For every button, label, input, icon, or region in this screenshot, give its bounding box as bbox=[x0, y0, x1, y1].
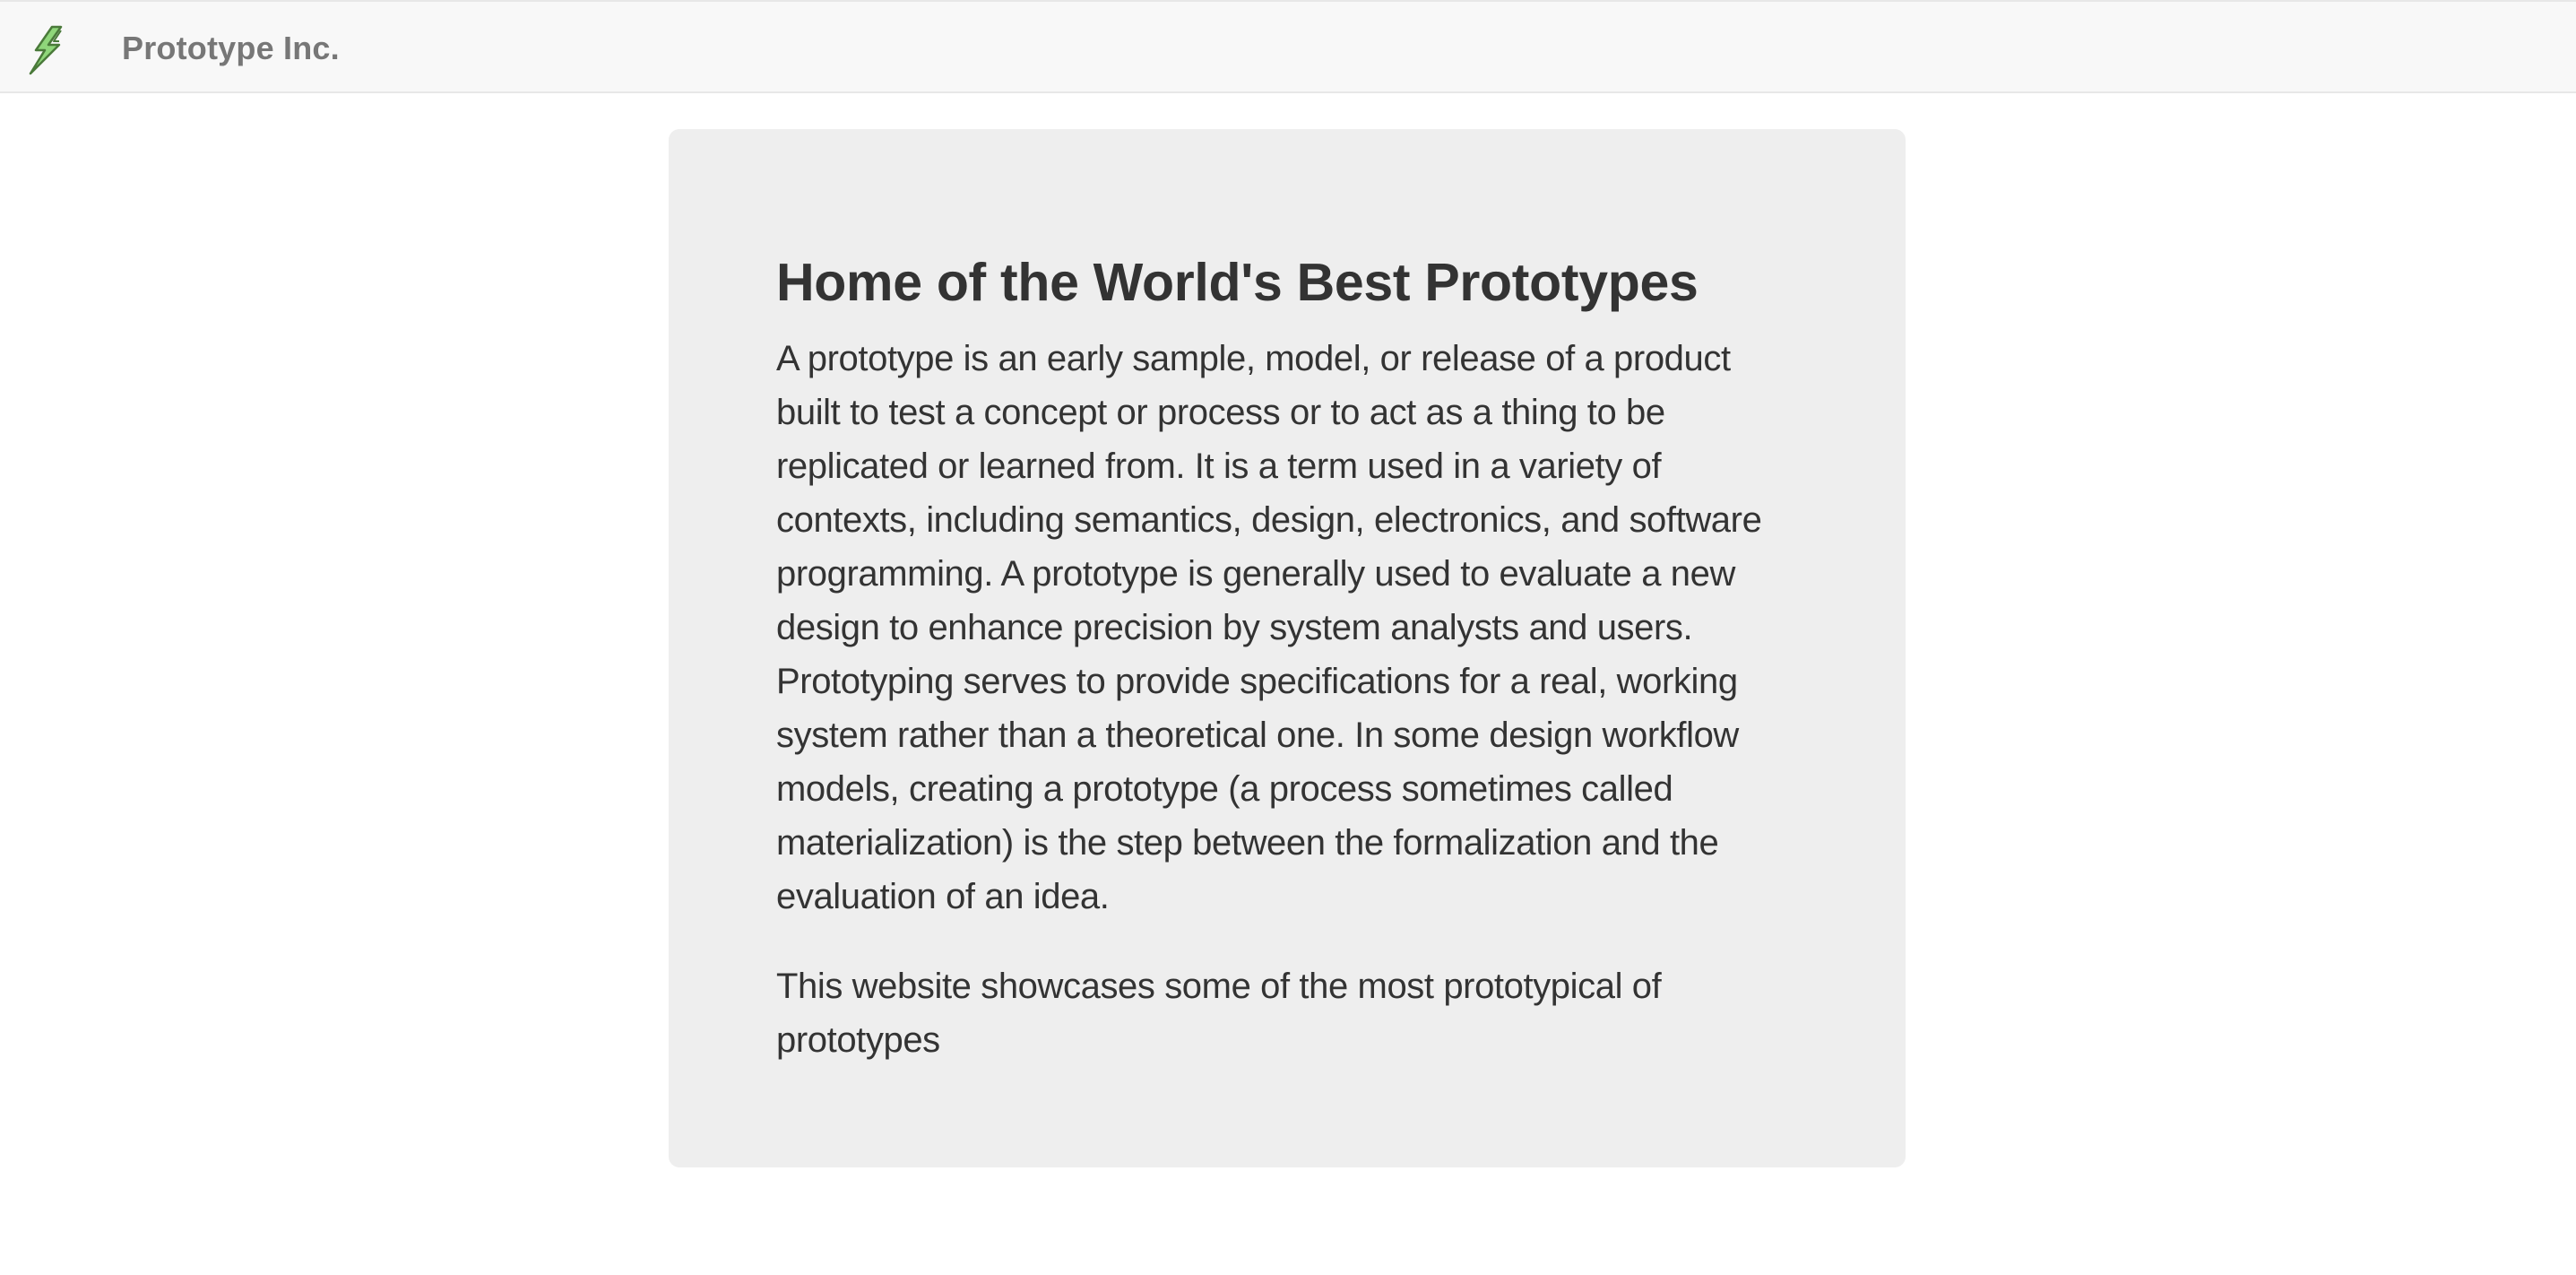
brand-name-link[interactable]: Prototype Inc. bbox=[122, 27, 340, 70]
hero-jumbotron: Home of the World's Best Prototypes A pr… bbox=[669, 129, 1906, 1167]
lightning-bolt-icon[interactable] bbox=[25, 25, 68, 75]
navbar: Prototype Inc. bbox=[0, 0, 2576, 93]
hero-title: Home of the World's Best Prototypes bbox=[776, 253, 1699, 312]
hero-description: A prototype is an early sample, model, o… bbox=[776, 339, 1762, 916]
hero-tagline: This website showcases some of the most … bbox=[776, 967, 1662, 1060]
